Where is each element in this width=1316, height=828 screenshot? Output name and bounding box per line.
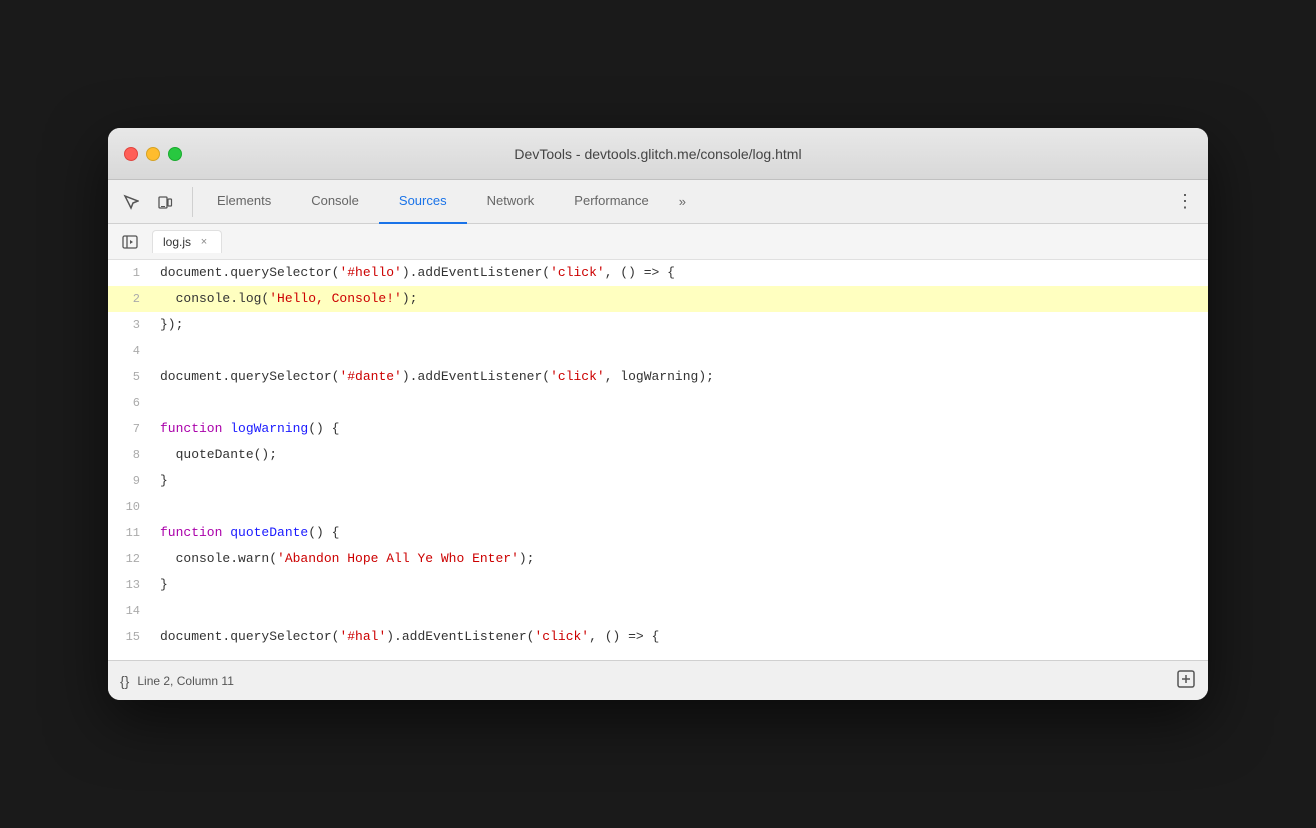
code-line-12: 12 console.warn('Abandon Hope All Ye Who… <box>108 546 1208 572</box>
code-line-3: 3 }); <box>108 312 1208 338</box>
close-button[interactable] <box>124 147 138 161</box>
code-line-14: 14 <box>108 598 1208 624</box>
code-line-1: 1 document.querySelector('#hello').addEv… <box>108 260 1208 286</box>
file-tab-logjs[interactable]: log.js × <box>152 230 222 253</box>
code-line-7: 7 function logWarning() { <box>108 416 1208 442</box>
window-title: DevTools - devtools.glitch.me/console/lo… <box>514 146 801 162</box>
minimize-button[interactable] <box>146 147 160 161</box>
code-line-2: 2 console.log('Hello, Console!'); <box>108 286 1208 312</box>
code-editor[interactable]: 1 document.querySelector('#hello').addEv… <box>108 260 1208 660</box>
code-line-5: 5 document.querySelector('#dante').addEv… <box>108 364 1208 390</box>
tab-elements[interactable]: Elements <box>197 180 291 224</box>
code-line-9: 9 } <box>108 468 1208 494</box>
tabs: Elements Console Sources Network Perform… <box>197 180 1170 224</box>
tab-more-button[interactable]: » <box>669 180 696 224</box>
code-line-6: 6 <box>108 390 1208 416</box>
code-line-13: 13 } <box>108 572 1208 598</box>
tab-network[interactable]: Network <box>467 180 555 224</box>
toolbar: Elements Console Sources Network Perform… <box>108 180 1208 224</box>
inspector-icon-button[interactable] <box>116 187 146 217</box>
code-line-4: 4 <box>108 338 1208 364</box>
toggle-sidebar-button[interactable] <box>116 228 144 256</box>
toolbar-right: ⋮ <box>1170 187 1200 217</box>
tab-console[interactable]: Console <box>291 180 379 224</box>
cursor-position: Line 2, Column 11 <box>137 674 1168 688</box>
code-line-8: 8 quoteDante(); <box>108 442 1208 468</box>
code-line-11: 11 function quoteDante() { <box>108 520 1208 546</box>
toolbar-menu-button[interactable]: ⋮ <box>1170 187 1200 217</box>
toolbar-icons <box>116 187 193 217</box>
statusbar-right-icon[interactable] <box>1176 669 1196 692</box>
device-icon-button[interactable] <box>150 187 180 217</box>
format-icon[interactable]: {} <box>120 673 129 689</box>
devtools-window: DevTools - devtools.glitch.me/console/lo… <box>108 128 1208 700</box>
titlebar: DevTools - devtools.glitch.me/console/lo… <box>108 128 1208 180</box>
code-line-10: 10 <box>108 494 1208 520</box>
code-line-15: 15 document.querySelector('#hal').addEve… <box>108 624 1208 650</box>
tab-sources[interactable]: Sources <box>379 180 467 224</box>
file-tab-close-button[interactable]: × <box>197 235 211 249</box>
statusbar: {} Line 2, Column 11 <box>108 660 1208 700</box>
maximize-button[interactable] <box>168 147 182 161</box>
file-tab-name: log.js <box>163 235 191 249</box>
traffic-lights <box>124 147 182 161</box>
tab-performance[interactable]: Performance <box>554 180 668 224</box>
file-tabbar: log.js × <box>108 224 1208 260</box>
